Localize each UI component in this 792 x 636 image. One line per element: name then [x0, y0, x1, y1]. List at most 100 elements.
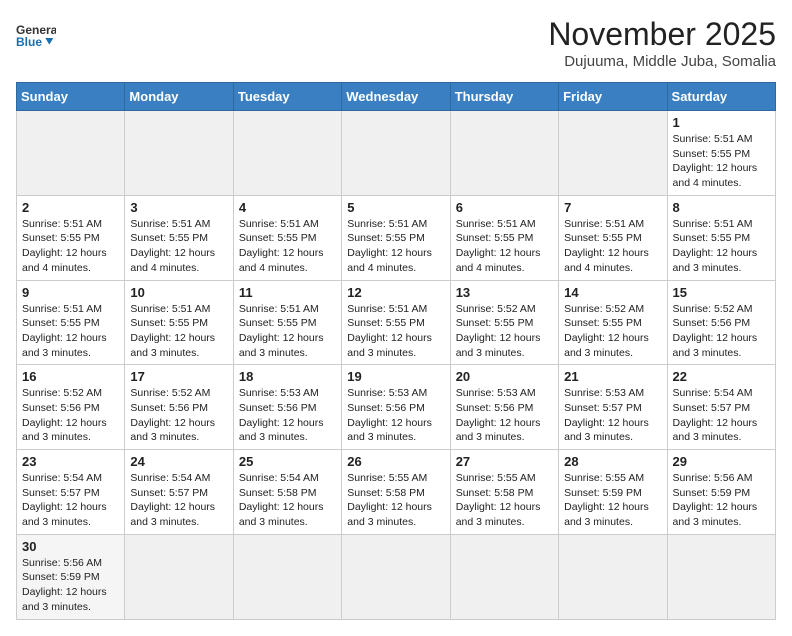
day-info: Sunrise: 5:51 AMSunset: 5:55 PMDaylight:… — [130, 217, 227, 276]
calendar-cell: 10 Sunrise: 5:51 AMSunset: 5:55 PMDayligh… — [125, 280, 233, 365]
day-number: 11 — [239, 285, 336, 300]
calendar-cell: 26Sunrise: 5:55 AMSunset: 5:58 PMDayligh… — [342, 450, 450, 535]
calendar-table: SundayMondayTuesdayWednesdayThursdayFrid… — [16, 82, 776, 620]
day-number: 1 — [673, 115, 770, 130]
day-info: Sunrise: 5:52 AMSunset: 5:56 PMDaylight:… — [22, 386, 119, 445]
calendar-cell: 30 Sunrise: 5:56 AMSunset: 5:59 PMDayligh… — [17, 534, 125, 619]
day-number: 18 — [239, 369, 336, 384]
calendar-cell: 17Sunrise: 5:52 AMSunset: 5:56 PMDayligh… — [125, 365, 233, 450]
calendar-cell — [559, 534, 667, 619]
day-info: Sunrise: 5:55 AMSunset: 5:59 PMDaylight:… — [564, 471, 661, 530]
calendar-cell: 27Sunrise: 5:55 AMSunset: 5:58 PMDayligh… — [450, 450, 558, 535]
weekday-header-thursday: Thursday — [450, 83, 558, 111]
day-number: 13 — [456, 285, 553, 300]
weekday-header-sunday: Sunday — [17, 83, 125, 111]
day-number: 29 — [673, 454, 770, 469]
day-info: Sunrise: 5:54 AMSunset: 5:57 PMDaylight:… — [673, 386, 770, 445]
day-info: Sunrise: 5:54 AMSunset: 5:58 PMDaylight:… — [239, 471, 336, 530]
day-number: 21 — [564, 369, 661, 384]
weekday-header-monday: Monday — [125, 83, 233, 111]
calendar-cell: 5Sunrise: 5:51 AMSunset: 5:55 PMDaylight… — [342, 195, 450, 280]
weekday-header-tuesday: Tuesday — [233, 83, 341, 111]
day-info: Sunrise: 5:51 AMSunset: 5:55 PMDaylight:… — [564, 217, 661, 276]
calendar-cell — [125, 534, 233, 619]
day-info: Sunrise: 5:56 AMSunset: 5:59 PMDaylight:… — [22, 556, 119, 615]
calendar-cell: 18 Sunrise: 5:53 AMSunset: 5:56 PMDayligh… — [233, 365, 341, 450]
calendar-cell: 25Sunrise: 5:54 AMSunset: 5:58 PMDayligh… — [233, 450, 341, 535]
day-info: Sunrise: 5:51 AMSunset: 5:55 PMDaylight:… — [239, 302, 336, 361]
calendar-cell: 2 Sunrise: 5:51 AMSunset: 5:55 PMDaylight… — [17, 195, 125, 280]
day-info: Sunrise: 5:52 AMSunset: 5:56 PMDaylight:… — [673, 302, 770, 361]
calendar-cell — [450, 534, 558, 619]
generalblue-logo-icon: General Blue — [16, 16, 56, 56]
day-info: Sunrise: 5:53 AMSunset: 5:57 PMDaylight:… — [564, 386, 661, 445]
day-info: Sunrise: 5:54 AMSunset: 5:57 PMDaylight:… — [130, 471, 227, 530]
day-number: 22 — [673, 369, 770, 384]
calendar-cell: 13 Sunrise: 5:52 AMSunset: 5:55 PMDayligh… — [450, 280, 558, 365]
day-number: 30 — [22, 539, 119, 554]
day-number: 23 — [22, 454, 119, 469]
calendar-cell — [667, 534, 775, 619]
calendar-cell — [125, 111, 233, 196]
calendar-cell: 29Sunrise: 5:56 AMSunset: 5:59 PMDayligh… — [667, 450, 775, 535]
calendar-cell: 6 Sunrise: 5:51 AMSunset: 5:55 PMDaylight… — [450, 195, 558, 280]
day-info: Sunrise: 5:51 AMSunset: 5:55 PMDaylight:… — [347, 302, 444, 361]
calendar-cell — [342, 534, 450, 619]
day-info: Sunrise: 5:55 AMSunset: 5:58 PMDaylight:… — [347, 471, 444, 530]
calendar-cell: 7Sunrise: 5:51 AMSunset: 5:55 PMDaylight… — [559, 195, 667, 280]
calendar-week-4: 16Sunrise: 5:52 AMSunset: 5:56 PMDayligh… — [17, 365, 776, 450]
day-info: Sunrise: 5:51 AMSunset: 5:55 PMDaylight:… — [22, 217, 119, 276]
day-info: Sunrise: 5:51 AMSunset: 5:55 PMDaylight:… — [130, 302, 227, 361]
weekday-header-row: SundayMondayTuesdayWednesdayThursdayFrid… — [17, 83, 776, 111]
calendar-week-1: 1 Sunrise: 5:51 AMSunset: 5:55 PMDaylight… — [17, 111, 776, 196]
day-info: Sunrise: 5:52 AMSunset: 5:55 PMDaylight:… — [564, 302, 661, 361]
day-number: 10 — [130, 285, 227, 300]
weekday-header-friday: Friday — [559, 83, 667, 111]
day-number: 3 — [130, 200, 227, 215]
day-info: Sunrise: 5:51 AMSunset: 5:55 PMDaylight:… — [22, 302, 119, 361]
calendar-cell: 28 Sunrise: 5:55 AMSunset: 5:59 PMDayligh… — [559, 450, 667, 535]
day-number: 5 — [347, 200, 444, 215]
calendar-week-5: 23 Sunrise: 5:54 AMSunset: 5:57 PMDayligh… — [17, 450, 776, 535]
month-title: November 2025 — [548, 16, 776, 53]
calendar-cell: 15 Sunrise: 5:52 AMSunset: 5:56 PMDayligh… — [667, 280, 775, 365]
day-number: 15 — [673, 285, 770, 300]
calendar-cell: 20 Sunrise: 5:53 AMSunset: 5:56 PMDayligh… — [450, 365, 558, 450]
calendar-cell: 3 Sunrise: 5:51 AMSunset: 5:55 PMDaylight… — [125, 195, 233, 280]
weekday-header-wednesday: Wednesday — [342, 83, 450, 111]
calendar-cell: 22 Sunrise: 5:54 AMSunset: 5:57 PMDayligh… — [667, 365, 775, 450]
calendar-cell — [233, 111, 341, 196]
day-info: Sunrise: 5:53 AMSunset: 5:56 PMDaylight:… — [347, 386, 444, 445]
calendar-week-3: 9Sunrise: 5:51 AMSunset: 5:55 PMDaylight… — [17, 280, 776, 365]
day-number: 27 — [456, 454, 553, 469]
location-title: Dujuuma, Middle Juba, Somalia — [548, 53, 776, 70]
svg-text:Blue: Blue — [16, 35, 42, 49]
day-info: Sunrise: 5:53 AMSunset: 5:56 PMDaylight:… — [456, 386, 553, 445]
day-number: 24 — [130, 454, 227, 469]
weekday-header-saturday: Saturday — [667, 83, 775, 111]
calendar-cell: 14Sunrise: 5:52 AMSunset: 5:55 PMDayligh… — [559, 280, 667, 365]
calendar-cell: 19Sunrise: 5:53 AMSunset: 5:56 PMDayligh… — [342, 365, 450, 450]
calendar-week-6: 30 Sunrise: 5:56 AMSunset: 5:59 PMDayligh… — [17, 534, 776, 619]
day-number: 2 — [22, 200, 119, 215]
day-number: 4 — [239, 200, 336, 215]
day-info: Sunrise: 5:51 AMSunset: 5:55 PMDaylight:… — [673, 132, 770, 191]
calendar-cell: 21 Sunrise: 5:53 AMSunset: 5:57 PMDayligh… — [559, 365, 667, 450]
calendar-cell — [450, 111, 558, 196]
day-info: Sunrise: 5:53 AMSunset: 5:56 PMDaylight:… — [239, 386, 336, 445]
logo: General Blue — [16, 16, 56, 56]
day-info: Sunrise: 5:54 AMSunset: 5:57 PMDaylight:… — [22, 471, 119, 530]
calendar-week-2: 2 Sunrise: 5:51 AMSunset: 5:55 PMDaylight… — [17, 195, 776, 280]
day-number: 20 — [456, 369, 553, 384]
day-info: Sunrise: 5:51 AMSunset: 5:55 PMDaylight:… — [456, 217, 553, 276]
calendar-title-area: November 2025 Dujuuma, Middle Juba, Soma… — [548, 16, 776, 70]
day-number: 6 — [456, 200, 553, 215]
calendar-cell: 16Sunrise: 5:52 AMSunset: 5:56 PMDayligh… — [17, 365, 125, 450]
calendar-cell: 12Sunrise: 5:51 AMSunset: 5:55 PMDayligh… — [342, 280, 450, 365]
calendar-cell: 8 Sunrise: 5:51 AMSunset: 5:55 PMDaylight… — [667, 195, 775, 280]
day-info: Sunrise: 5:52 AMSunset: 5:55 PMDaylight:… — [456, 302, 553, 361]
calendar-cell: 4Sunrise: 5:51 AMSunset: 5:55 PMDaylight… — [233, 195, 341, 280]
day-info: Sunrise: 5:51 AMSunset: 5:55 PMDaylight:… — [673, 217, 770, 276]
day-number: 8 — [673, 200, 770, 215]
day-number: 28 — [564, 454, 661, 469]
